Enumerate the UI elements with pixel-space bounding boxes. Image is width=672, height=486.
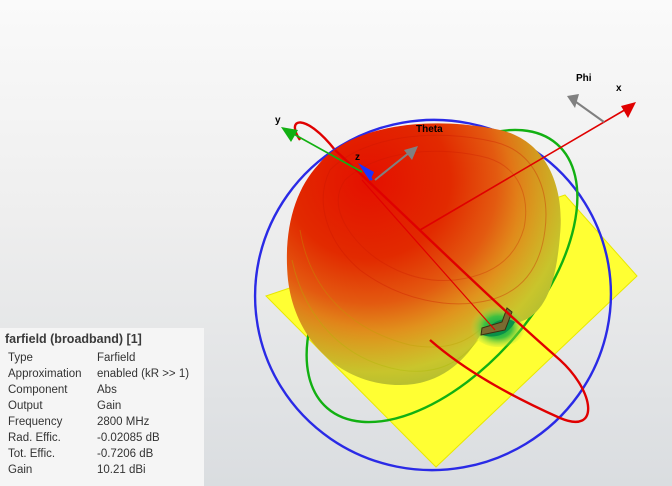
info-value: Abs xyxy=(97,384,117,396)
info-row-output: Output Gain xyxy=(5,398,204,414)
info-panel-rows: Type Farfield Approximation enabled (kR … xyxy=(5,350,204,478)
info-label: Frequency xyxy=(8,416,63,428)
info-value: -0.02085 dB xyxy=(97,432,160,444)
info-value: Farfield xyxy=(97,352,136,364)
info-label: Approximation xyxy=(8,368,82,380)
info-value: 10.21 dBi xyxy=(97,464,146,476)
info-label: Rad. Effic. xyxy=(8,432,61,444)
info-row-approximation: Approximation enabled (kR >> 1) xyxy=(5,366,204,382)
info-label: Component xyxy=(8,384,68,396)
info-row-frequency: Frequency 2800 MHz xyxy=(5,414,204,430)
info-row-gain: Gain 10.21 dBi xyxy=(5,462,204,478)
info-value: Gain xyxy=(97,400,122,412)
z-axis-label: z xyxy=(355,152,360,163)
info-row-rad-effic: Rad. Effic. -0.02085 dB xyxy=(5,430,204,446)
info-value: -0.7206 dB xyxy=(97,448,154,460)
info-value: 2800 MHz xyxy=(97,416,150,428)
theta-label: Theta xyxy=(416,124,443,135)
phi-arrowhead xyxy=(567,94,579,108)
phi-label: Phi xyxy=(576,73,592,84)
info-row-type: Type Farfield xyxy=(5,350,204,366)
info-panel-title: farfield (broadband) [1] xyxy=(5,332,142,346)
y-axis-label: y xyxy=(275,115,281,126)
info-value: enabled (kR >> 1) xyxy=(97,368,190,380)
x-axis-label: x xyxy=(616,83,622,94)
farfield-info-panel: farfield (broadband) [1] Type Farfield A… xyxy=(0,328,204,486)
phi-arrow-line xyxy=(575,101,605,123)
info-row-tot-effic: Tot. Effic. -0.7206 dB xyxy=(5,446,204,462)
info-label: Gain xyxy=(8,464,33,476)
info-row-component: Component Abs xyxy=(5,382,204,398)
info-label: Output xyxy=(8,400,43,412)
info-label: Type xyxy=(8,352,33,364)
info-label: Tot. Effic. xyxy=(8,448,56,460)
